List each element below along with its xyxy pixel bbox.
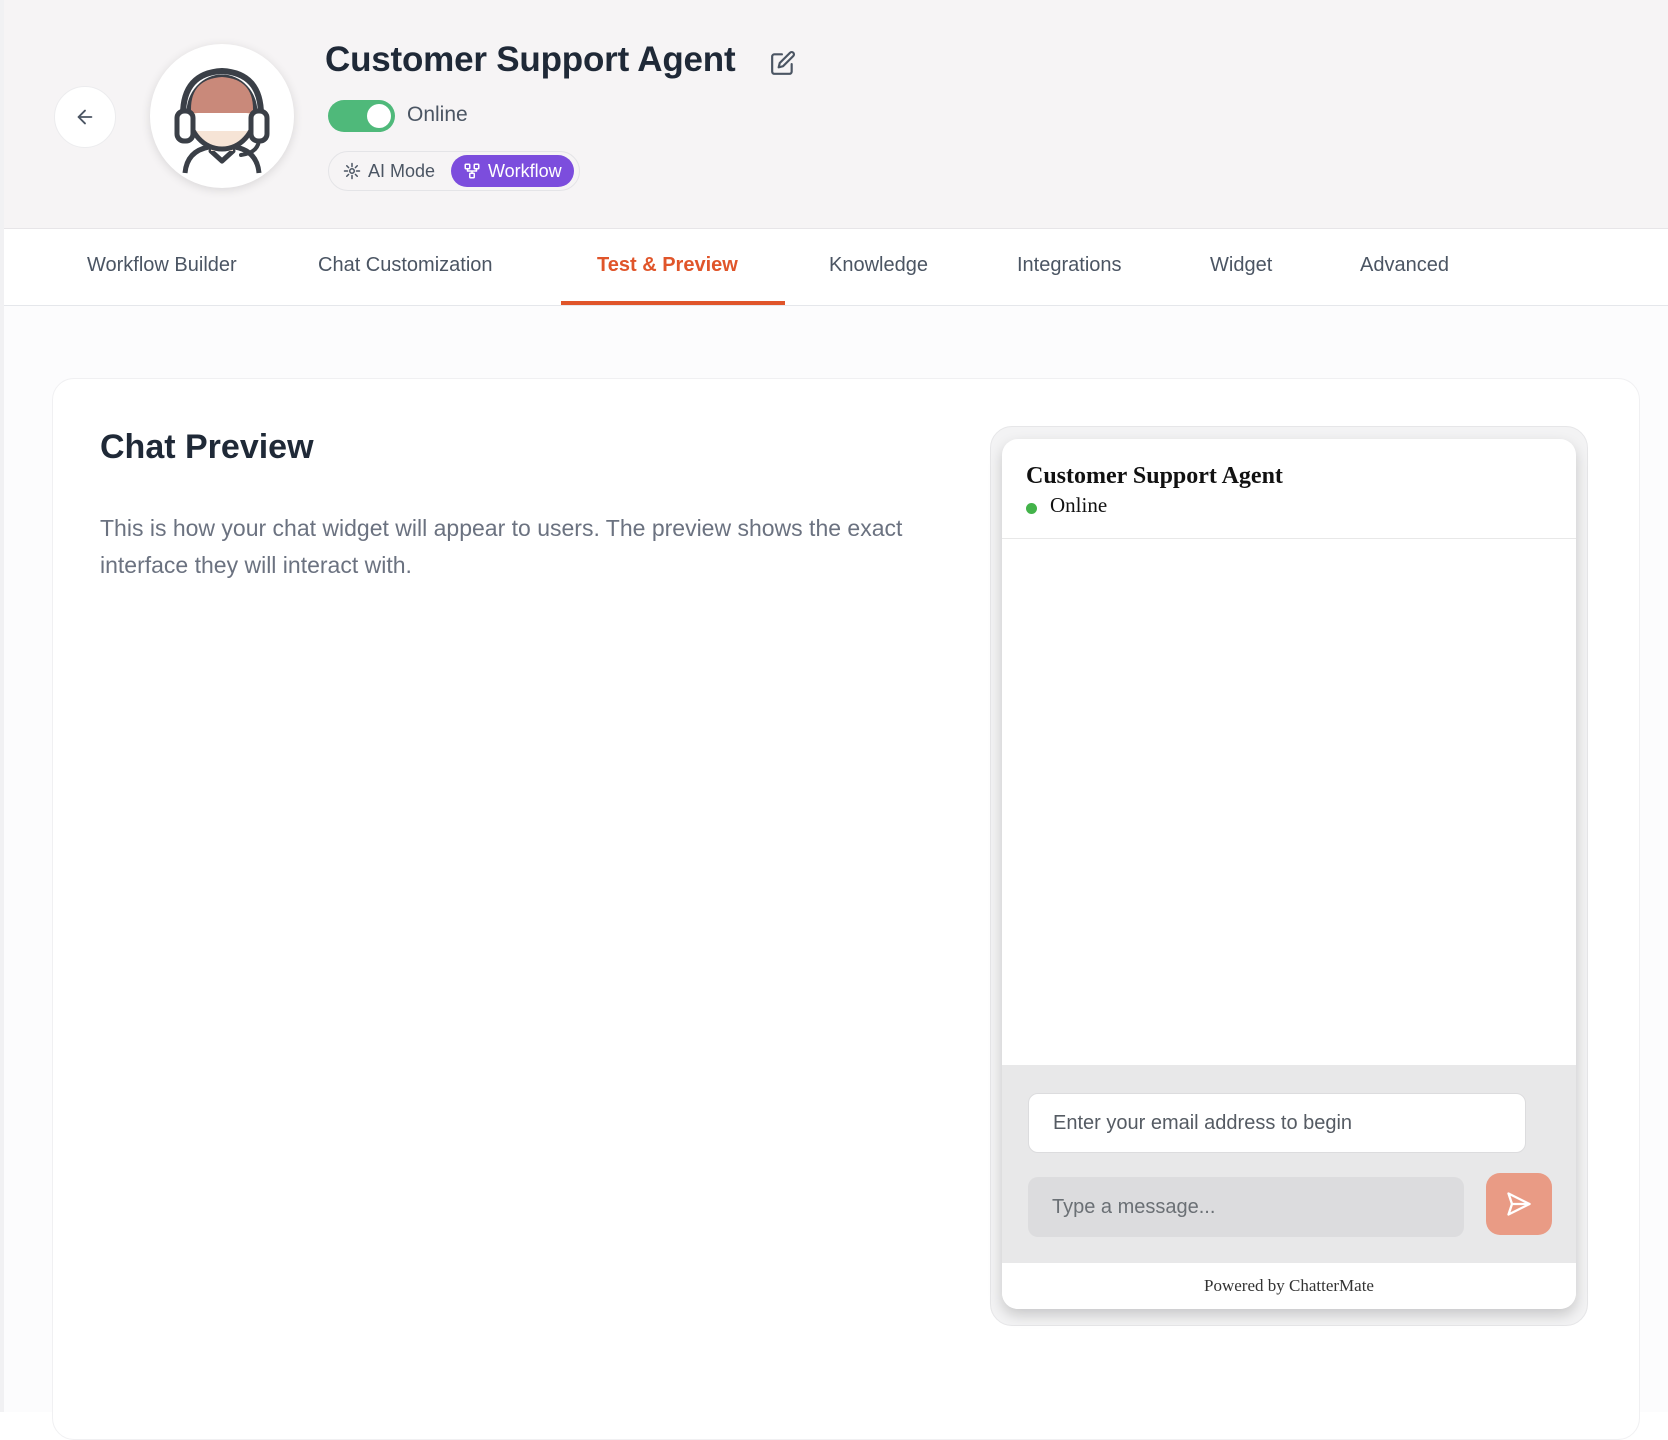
ai-mode-option[interactable]: AI Mode xyxy=(343,152,435,190)
chat-widget: Customer Support Agent Online Powered by… xyxy=(1002,439,1576,1309)
ai-mode-label: AI Mode xyxy=(368,160,436,181)
tab-advanced[interactable]: Advanced xyxy=(1360,229,1449,305)
tab-workflow-builder[interactable]: Workflow Builder xyxy=(87,229,237,305)
mode-switch: AI Mode Workflow xyxy=(328,151,580,191)
toggle-knob xyxy=(367,104,391,128)
tab-knowledge[interactable]: Knowledge xyxy=(829,229,928,305)
chat-preview-description: This is how your chat widget will appear… xyxy=(100,515,903,578)
headset-agent-avatar xyxy=(174,67,270,174)
widget-agent-name: Customer Support Agent xyxy=(1026,463,1283,489)
chat-preview-title: Chat Preview xyxy=(100,428,314,466)
sparkle-icon xyxy=(343,162,361,180)
active-tab-indicator xyxy=(561,301,785,305)
edit-pencil-icon[interactable] xyxy=(770,50,796,76)
tab-chat-customization[interactable]: Chat Customization xyxy=(318,229,493,305)
widget-footer: Powered by ChatterMate xyxy=(1002,1263,1576,1309)
widget-status: Online xyxy=(1050,493,1108,517)
widget-message-area xyxy=(1002,539,1576,1065)
message-input[interactable] xyxy=(1028,1177,1464,1237)
send-button[interactable] xyxy=(1486,1173,1552,1235)
online-toggle[interactable] xyxy=(328,100,395,132)
widget-header: Customer Support Agent Online xyxy=(1002,439,1576,539)
agent-tabs: Workflow Builder Chat Customization Test… xyxy=(4,229,1668,306)
agent-name-title: Customer Support Agent xyxy=(325,40,736,79)
workflow-mode-label: Workflow xyxy=(488,160,562,181)
online-status-dot xyxy=(1026,503,1037,514)
workflow-icon xyxy=(464,163,480,179)
tab-test-preview[interactable]: Test & Preview xyxy=(597,229,738,305)
agent-header xyxy=(4,0,1668,229)
agent-avatar[interactable] xyxy=(150,44,294,188)
arrow-left-icon xyxy=(77,109,93,125)
send-icon xyxy=(1507,1192,1531,1216)
tab-widget[interactable]: Widget xyxy=(1210,229,1272,305)
workflow-mode-option[interactable]: Workflow xyxy=(451,155,574,187)
email-field[interactable] xyxy=(1028,1093,1526,1153)
status-label: Online xyxy=(407,103,468,126)
tab-integrations[interactable]: Integrations xyxy=(1017,229,1122,305)
back-button[interactable] xyxy=(54,86,116,148)
